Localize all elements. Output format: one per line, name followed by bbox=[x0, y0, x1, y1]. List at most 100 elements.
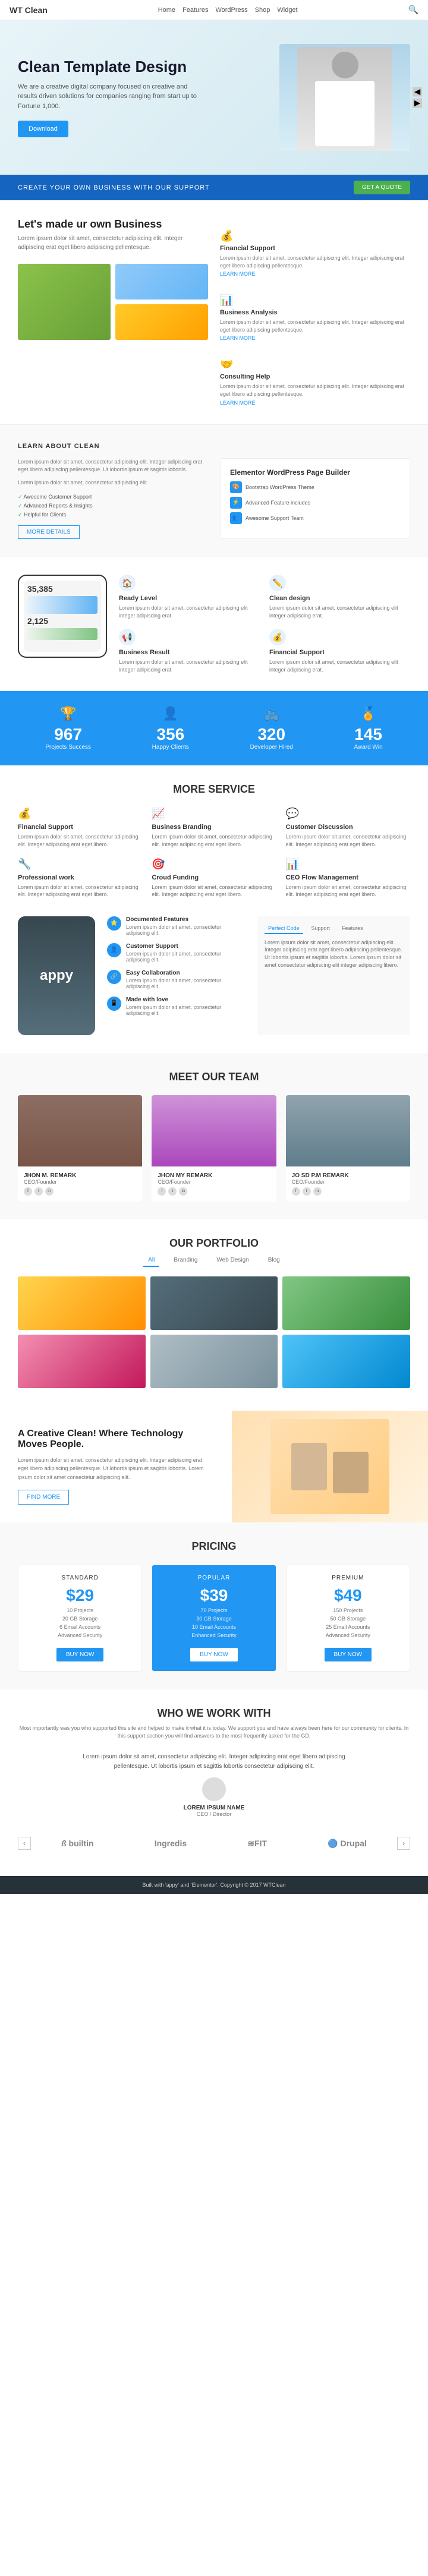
nav-widget[interactable]: Widget bbox=[277, 7, 297, 14]
social-tw-0[interactable]: t bbox=[34, 1187, 43, 1196]
team-name-0: JHON M. REMARK bbox=[24, 1172, 136, 1179]
learn-more-1[interactable]: LEARN MORE bbox=[220, 335, 256, 341]
partners-prev-button[interactable]: ‹ bbox=[18, 1837, 31, 1850]
logo: WT Clean bbox=[10, 5, 48, 15]
nav-links: Home Features WordPress Shop Widget bbox=[158, 7, 298, 14]
svc-title-5: CEO Flow Management bbox=[286, 874, 410, 881]
ptab-2[interactable]: Web Design bbox=[212, 1254, 253, 1267]
pricing-plan-2: Premium bbox=[296, 1575, 400, 1581]
nav-home[interactable]: Home bbox=[158, 7, 175, 14]
nav-features[interactable]: Features bbox=[182, 7, 208, 14]
app-card-icon-3: 💰 bbox=[269, 629, 286, 645]
pricing-title: PRICING bbox=[18, 1540, 410, 1553]
pricing-feature-2-0: 150 Projects bbox=[296, 1607, 400, 1613]
service-card-2: 🤝 Consulting Help Lorem ipsum dolor sit … bbox=[220, 358, 410, 406]
portfolio-title: OUR PORTFOLIO bbox=[18, 1237, 410, 1250]
pricing-btn-0[interactable]: BUY NOW bbox=[56, 1648, 104, 1661]
search-icon[interactable]: 🔍 bbox=[408, 5, 418, 15]
hero-download-button[interactable]: Download bbox=[18, 121, 68, 137]
business-image-3 bbox=[115, 304, 208, 340]
svc-title-3: Professional work bbox=[18, 874, 142, 881]
cta-button[interactable]: FIND MORE bbox=[18, 1490, 69, 1505]
team-name-2: JO SD P.M REMARK bbox=[292, 1172, 404, 1179]
app-card-2: 📢 Business Result Lorem ipsum dolor sit … bbox=[119, 629, 260, 673]
app-tab-1[interactable]: Support bbox=[308, 923, 334, 934]
app-card-desc-1: Lorem ipsum dolor sit amet, consectetur … bbox=[269, 604, 410, 619]
app-tab-content: Lorem ipsum dolor sit amet, consectetur … bbox=[265, 939, 403, 969]
pricing-btn-2[interactable]: BUY NOW bbox=[325, 1648, 372, 1661]
stat-3: 🏅 145 Award Win bbox=[354, 706, 382, 751]
stat-label-0: Projects Success bbox=[45, 744, 91, 751]
ptab-0[interactable]: All bbox=[143, 1254, 159, 1267]
portfolio-item-1 bbox=[150, 1276, 278, 1330]
app-card-icon-2: 📢 bbox=[119, 629, 136, 645]
pricing-feature-2-2: 25 Email Accounts bbox=[296, 1624, 400, 1630]
social-in-2[interactable]: in bbox=[313, 1187, 322, 1196]
svc-icon-4: 🎯 bbox=[152, 858, 276, 871]
svc-item-3: 🔧 Professional work Lorem ipsum dolor si… bbox=[18, 858, 142, 898]
business-images bbox=[18, 264, 208, 340]
team-photo-1 bbox=[152, 1095, 276, 1166]
social-fb-1[interactable]: f bbox=[158, 1187, 166, 1196]
cta-section: A Creative Clean! Where Technology Moves… bbox=[0, 1411, 428, 1522]
partner-logo-0: ß builtin bbox=[61, 1839, 93, 1848]
portfolio-item-0 bbox=[18, 1276, 146, 1330]
more-details-button[interactable]: MORE DETAILS bbox=[18, 525, 80, 539]
nav-shop[interactable]: Shop bbox=[255, 7, 270, 14]
social-fb-0[interactable]: f bbox=[24, 1187, 32, 1196]
stat-0: 🏆 967 Projects Success bbox=[45, 706, 91, 751]
svc-item-5: 📊 CEO Flow Management Lorem ipsum dolor … bbox=[286, 858, 410, 898]
social-fb-2[interactable]: f bbox=[292, 1187, 300, 1196]
business-title: Let's made ur own Business bbox=[18, 218, 208, 231]
svc-title-2: Customer Discussion bbox=[286, 824, 410, 831]
feature-item-0: Awesome Customer Support bbox=[18, 493, 208, 502]
stat-icon-0: 🏆 bbox=[45, 706, 91, 721]
app-tab-2[interactable]: Features bbox=[338, 923, 367, 934]
svc-desc-0: Lorem ipsum dolor sit amet, consectetur … bbox=[18, 833, 142, 848]
social-tw-2[interactable]: t bbox=[303, 1187, 311, 1196]
stat-number-1: 356 bbox=[152, 725, 189, 744]
pricing-plan-0: Standard bbox=[28, 1575, 132, 1581]
social-in-0[interactable]: in bbox=[45, 1187, 54, 1196]
partners-next-button[interactable]: › bbox=[397, 1837, 410, 1850]
pricing-card-0: Standard $29 10 Projects 20 GB Storage 6… bbox=[18, 1565, 142, 1672]
pricing-feature-1-0: 70 Projects bbox=[162, 1607, 266, 1613]
pricing-grid: Standard $29 10 Projects 20 GB Storage 6… bbox=[18, 1565, 410, 1672]
app-name: appy bbox=[40, 967, 73, 984]
learn-more-0[interactable]: LEARN MORE bbox=[220, 271, 256, 277]
app-tab-0[interactable]: Perfect Code bbox=[265, 923, 303, 934]
svc-desc-1: Lorem ipsum dolor sit amet, consectetur … bbox=[152, 833, 276, 848]
af-content-0: Documented Features Lorem ipsum dolor si… bbox=[126, 916, 246, 936]
af-desc-0: Lorem ipsum dolor sit amet, consectetur … bbox=[126, 924, 246, 936]
hero-text: Clean Template Design We are a creative … bbox=[18, 58, 208, 138]
footer: Built with 'appy' and 'Elementor'. Copyr… bbox=[0, 1876, 428, 1894]
learn-more-2[interactable]: LEARN MORE bbox=[220, 400, 256, 406]
wp-feature-text-1: Advanced Feature includes bbox=[246, 500, 310, 506]
app-card-title-2: Business Result bbox=[119, 649, 260, 656]
svc-title-1: Business Branding bbox=[152, 824, 276, 831]
get-quote-button[interactable]: GET A QUOTE bbox=[354, 181, 410, 194]
app-card-desc-3: Lorem ipsum dolor sit amet, consectetur … bbox=[269, 658, 410, 673]
pricing-feature-1-2: 10 Email Accounts bbox=[162, 1624, 266, 1630]
wp-feature-1: ⚡ Advanced Feature includes bbox=[230, 497, 400, 509]
ptab-1[interactable]: Branding bbox=[169, 1254, 202, 1267]
svc-icon-3: 🔧 bbox=[18, 858, 142, 871]
hero-section: Clean Template Design We are a creative … bbox=[0, 20, 428, 175]
social-in-1[interactable]: in bbox=[179, 1187, 187, 1196]
pricing-feature-0-3: Advanced Security bbox=[28, 1632, 132, 1638]
social-tw-1[interactable]: t bbox=[168, 1187, 177, 1196]
service-title-0: Financial Support bbox=[220, 245, 410, 252]
team-role-1: CEO/Founder bbox=[158, 1179, 270, 1185]
testimonial-avatar bbox=[202, 1777, 226, 1801]
nav-wordpress[interactable]: WordPress bbox=[215, 7, 247, 14]
svc-item-4: 🎯 Croud Funding Lorem ipsum dolor sit am… bbox=[152, 858, 276, 898]
hero-next-btn[interactable]: ▶ bbox=[413, 99, 422, 108]
hero-prev-btn[interactable]: ◀ bbox=[413, 87, 422, 97]
app-showcase-section: appy ⭐ Documented Features Lorem ipsum d… bbox=[0, 916, 428, 1053]
stat-label-2: Developer Hired bbox=[250, 744, 293, 751]
af-row-2: 🔗 Easy Collaboration Lorem ipsum dolor s… bbox=[107, 970, 246, 989]
partners-section: WHO WE WORK WITH Most importantly was yo… bbox=[0, 1689, 428, 1876]
ptab-3[interactable]: Blog bbox=[263, 1254, 285, 1267]
pricing-btn-1[interactable]: BUY NOW bbox=[190, 1648, 238, 1661]
pricing-price-2: $49 bbox=[296, 1586, 400, 1605]
